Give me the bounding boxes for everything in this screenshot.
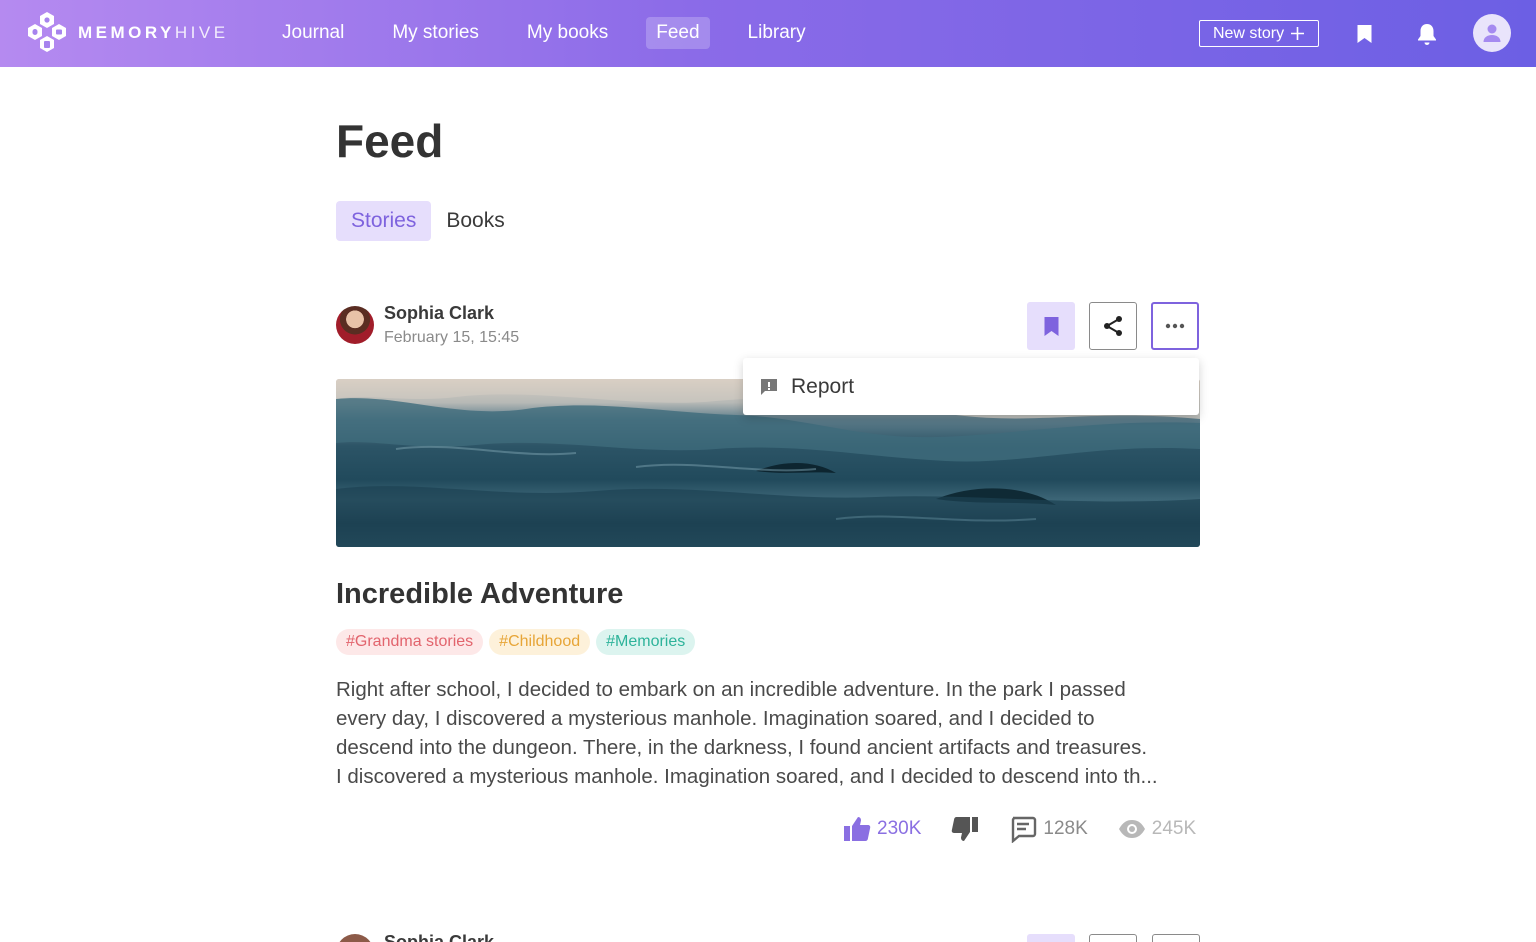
story-tags: #Grandma stories #Childhood #Memories	[336, 629, 696, 655]
story-title[interactable]: Incredible Adventure	[336, 578, 623, 611]
tab-books[interactable]: Books	[431, 201, 519, 241]
nav-item-journal[interactable]: Journal	[272, 17, 354, 49]
top-navigation-bar: MEMORYHIVE Journal My stories My books F…	[0, 0, 1536, 67]
comments-button[interactable]: 128K	[1009, 815, 1088, 843]
comments-icon	[1012, 816, 1037, 843]
logo-text-light: HIVE	[174, 23, 229, 42]
author-avatar	[336, 306, 374, 344]
user-icon	[1483, 24, 1501, 42]
dislike-button[interactable]	[951, 816, 979, 842]
story-excerpt-line: every day, I discovered a mysterious man…	[336, 707, 1095, 730]
nav-item-library[interactable]: Library	[738, 17, 816, 49]
next-story-bookmark-button[interactable]	[1027, 934, 1075, 942]
page-title: Feed	[336, 115, 444, 167]
tag-memories[interactable]: #Memories	[596, 629, 696, 655]
memoryhive-logo[interactable]: MEMORYHIVE	[22, 10, 229, 56]
bookmark-story-button[interactable]	[1027, 302, 1075, 350]
story-excerpt-line: I discovered a mysterious manhole. Imagi…	[336, 765, 1158, 788]
nav-item-my-stories[interactable]: My stories	[382, 17, 489, 49]
report-icon	[761, 378, 777, 395]
new-story-button[interactable]: New story	[1199, 20, 1319, 47]
tab-stories[interactable]: Stories	[336, 201, 432, 241]
menu-item-report[interactable]: Report	[791, 375, 854, 399]
more-options-button[interactable]	[1151, 302, 1199, 350]
eye-icon	[1118, 820, 1145, 838]
author-name: Sophia Clark	[384, 303, 495, 323]
like-count: 230K	[877, 818, 922, 839]
logo-text-bold: MEMORY	[78, 23, 175, 42]
hexagon-logo-icon	[28, 12, 66, 52]
share-icon	[1104, 316, 1122, 336]
tag-grandma-stories[interactable]: #Grandma stories	[336, 629, 484, 655]
logo-wordmark: MEMORYHIVE	[78, 23, 229, 43]
like-button[interactable]: 230K	[843, 816, 921, 842]
story-actions	[1027, 302, 1199, 350]
thumbs-down-icon	[952, 817, 979, 841]
plus-icon	[1291, 27, 1305, 40]
tag-childhood[interactable]: #Childhood	[489, 629, 591, 655]
next-story-share-button[interactable]	[1089, 934, 1137, 942]
user-avatar-button[interactable]	[1473, 14, 1511, 52]
bookmark-icon	[1044, 316, 1058, 336]
saved-bookmarks-button[interactable]	[1351, 20, 1377, 48]
next-story-author-avatar	[336, 934, 374, 942]
story-stats: 230K 128K 245K	[843, 815, 1196, 843]
story-excerpt-line: descend into the dungeon. There, in the …	[336, 736, 1148, 759]
thumbs-up-icon	[844, 817, 871, 841]
new-story-label: New story	[1212, 24, 1285, 42]
next-story-author-name: Sophia Clark	[384, 932, 495, 942]
main-nav: Journal My stories My books Feed Library	[272, 17, 844, 49]
notifications-button[interactable]	[1414, 20, 1440, 48]
nav-item-my-books[interactable]: My books	[517, 17, 618, 49]
views-indicator: 245K	[1118, 818, 1196, 840]
bell-icon	[1418, 24, 1436, 45]
story-options-menu: Report	[743, 358, 1199, 415]
story-date: February 15, 15:45	[384, 329, 520, 346]
view-count: 245K	[1151, 818, 1197, 839]
ellipsis-icon	[1165, 323, 1185, 329]
story-author[interactable]: Sophia Clark February 15, 15:45	[336, 303, 519, 347]
story-excerpt-line: Right after school, I decided to embark …	[336, 678, 1126, 701]
next-story-more-button[interactable]	[1152, 934, 1200, 942]
feed-tabs: Stories Books	[336, 201, 520, 241]
author-info: Sophia Clark February 15, 15:45	[384, 303, 519, 347]
bookmark-icon	[1357, 25, 1371, 43]
story-excerpt: Right after school, I decided to embark …	[336, 675, 1204, 791]
nav-item-feed[interactable]: Feed	[646, 17, 710, 49]
comment-count: 128K	[1043, 818, 1088, 839]
share-story-button[interactable]	[1089, 302, 1137, 350]
